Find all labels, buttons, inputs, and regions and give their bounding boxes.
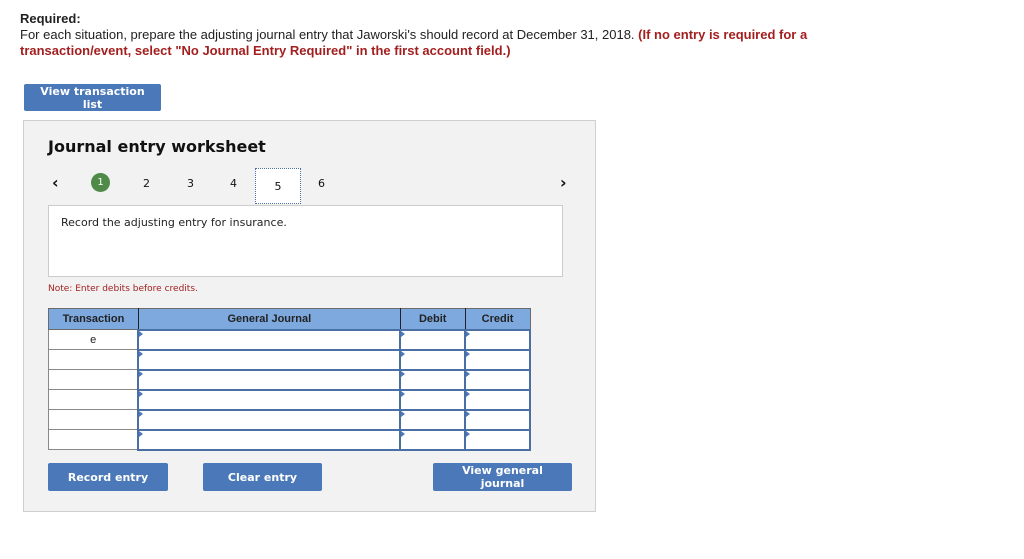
header-credit: Credit bbox=[464, 308, 531, 330]
debit-input[interactable] bbox=[399, 328, 467, 351]
page-3[interactable]: 3 bbox=[187, 177, 194, 190]
debit-input[interactable] bbox=[399, 408, 467, 431]
transaction-cell bbox=[48, 349, 139, 370]
table-row bbox=[48, 388, 531, 411]
cell-dropdown-marker-icon bbox=[466, 390, 471, 397]
header-debit: Debit bbox=[399, 308, 466, 330]
cell-dropdown-marker-icon bbox=[466, 430, 471, 437]
cell-dropdown-marker-icon bbox=[401, 410, 406, 417]
cell-dropdown-marker-icon bbox=[401, 430, 406, 437]
transaction-cell bbox=[48, 429, 139, 450]
cell-dropdown-marker-icon bbox=[401, 390, 406, 397]
cell-dropdown-marker-icon bbox=[401, 370, 406, 377]
journal-table: Transaction General Journal Debit Credit… bbox=[48, 308, 531, 451]
table-row: e bbox=[48, 328, 531, 351]
required-section: Required: For each situation, prepare th… bbox=[20, 11, 840, 59]
cell-dropdown-marker-icon bbox=[139, 390, 144, 397]
transaction-cell: e bbox=[48, 329, 139, 350]
credit-input[interactable] bbox=[464, 328, 531, 351]
cell-dropdown-marker-icon bbox=[139, 350, 144, 357]
debit-input[interactable] bbox=[399, 348, 467, 371]
table-header-row: Transaction General Journal Debit Credit bbox=[48, 308, 531, 330]
cell-dropdown-marker-icon bbox=[466, 330, 471, 337]
view-transaction-list-button[interactable]: View transaction list bbox=[24, 84, 161, 111]
cell-dropdown-marker-icon bbox=[401, 330, 406, 337]
cell-dropdown-marker-icon bbox=[139, 370, 144, 377]
worksheet-pager: ‹ 1 2 3 4 5 6 › bbox=[48, 168, 574, 204]
cell-dropdown-marker-icon bbox=[466, 410, 471, 417]
transaction-cell bbox=[48, 369, 139, 390]
credit-input[interactable] bbox=[464, 408, 531, 431]
credit-input[interactable] bbox=[464, 428, 531, 451]
account-input[interactable] bbox=[137, 408, 402, 431]
table-row bbox=[48, 408, 531, 431]
credit-input[interactable] bbox=[464, 348, 531, 371]
cell-dropdown-marker-icon bbox=[401, 350, 406, 357]
required-title: Required: bbox=[20, 11, 81, 26]
journal-entry-worksheet-panel: Journal entry worksheet ‹ 1 2 3 4 5 6 › … bbox=[23, 120, 596, 512]
credit-input[interactable] bbox=[464, 368, 531, 391]
account-input[interactable] bbox=[137, 348, 402, 371]
instruction-box: Record the adjusting entry for insurance… bbox=[48, 205, 563, 277]
cell-dropdown-marker-icon bbox=[139, 330, 144, 337]
instruction-text: Record the adjusting entry for insurance… bbox=[61, 216, 287, 229]
account-input[interactable] bbox=[137, 428, 402, 451]
account-input[interactable] bbox=[137, 368, 402, 391]
header-general-journal: General Journal bbox=[137, 308, 401, 330]
debit-input[interactable] bbox=[399, 388, 467, 411]
required-instruction: For each situation, prepare the adjustin… bbox=[20, 27, 635, 42]
clear-entry-button[interactable]: Clear entry bbox=[203, 463, 322, 491]
cell-dropdown-marker-icon bbox=[139, 430, 144, 437]
page-4[interactable]: 4 bbox=[230, 177, 237, 190]
transaction-cell bbox=[48, 409, 139, 430]
account-input[interactable] bbox=[137, 328, 402, 351]
cell-dropdown-marker-icon bbox=[466, 370, 471, 377]
prev-page-icon[interactable]: ‹ bbox=[52, 173, 59, 192]
table-row bbox=[48, 348, 531, 371]
next-page-icon[interactable]: › bbox=[560, 173, 567, 192]
record-entry-button[interactable]: Record entry bbox=[48, 463, 168, 491]
page-2[interactable]: 2 bbox=[143, 177, 150, 190]
debit-input[interactable] bbox=[399, 368, 467, 391]
debit-input[interactable] bbox=[399, 428, 467, 451]
page-5-current[interactable]: 5 bbox=[255, 168, 301, 204]
transaction-cell bbox=[48, 389, 139, 410]
page-1-completed[interactable]: 1 bbox=[91, 173, 110, 192]
page-6[interactable]: 6 bbox=[318, 177, 325, 190]
table-row bbox=[48, 428, 531, 451]
view-general-journal-button[interactable]: View general journal bbox=[433, 463, 572, 491]
cell-dropdown-marker-icon bbox=[139, 410, 144, 417]
note-text: Note: Enter debits before credits. bbox=[48, 284, 198, 294]
cell-dropdown-marker-icon bbox=[466, 350, 471, 357]
table-row bbox=[48, 368, 531, 391]
worksheet-title: Journal entry worksheet bbox=[48, 137, 266, 156]
account-input[interactable] bbox=[137, 388, 402, 411]
credit-input[interactable] bbox=[464, 388, 531, 411]
header-transaction: Transaction bbox=[48, 308, 139, 330]
